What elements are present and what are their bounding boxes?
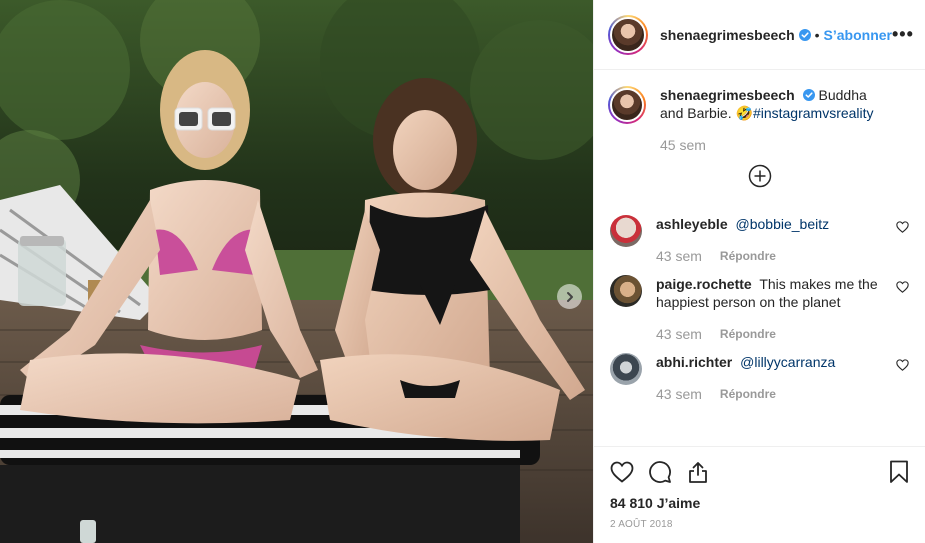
comment-like-heart-icon[interactable] xyxy=(896,281,909,293)
caption-hashtag[interactable]: #instagramvsreality xyxy=(753,105,874,121)
share-icon xyxy=(689,462,707,483)
save-button[interactable] xyxy=(889,460,909,484)
follow-button[interactable]: S’abonner xyxy=(824,27,892,43)
bookmark-icon xyxy=(890,460,908,483)
post-photo[interactable] xyxy=(0,0,593,543)
comment-like-heart-icon[interactable] xyxy=(896,221,909,233)
like-button[interactable] xyxy=(610,461,634,483)
caption: shenaegrimesbeech Buddha and Barbie. 🤣#i… xyxy=(608,86,911,154)
post-actions: 84 810 J’aime 2 AOÛT 2018 xyxy=(594,446,925,543)
comment-item: ashleyeble @bobbie_beitz 43 sem Répondre xyxy=(608,215,911,265)
load-more-comments[interactable] xyxy=(608,164,911,193)
comment-time[interactable]: 43 sem xyxy=(656,247,702,265)
verified-badge-icon xyxy=(798,28,811,41)
caption-meta: 45 sem xyxy=(660,136,888,154)
action-icons-row xyxy=(610,457,909,487)
next-arrow-icon xyxy=(566,291,573,302)
comment-mention[interactable]: @lillyycarranza xyxy=(740,354,835,370)
verified-badge-icon xyxy=(802,89,815,101)
comment-button[interactable] xyxy=(648,460,672,484)
commenter-avatar[interactable] xyxy=(610,275,642,307)
caption-emoji: 🤣 xyxy=(735,105,753,121)
comment-body: abhi.richter @lillyycarranza 43 sem Répo… xyxy=(656,353,884,403)
load-more-plus-icon[interactable] xyxy=(748,164,772,193)
comment-meta: 43 sem Répondre xyxy=(656,325,884,343)
commenter-avatar[interactable] xyxy=(610,353,642,385)
author-avatar-image xyxy=(610,16,646,53)
comment-username[interactable]: ashleyeble xyxy=(656,216,728,232)
comment-meta: 43 sem Répondre xyxy=(656,385,884,403)
comment-meta: 43 sem Répondre xyxy=(656,247,884,265)
reply-button[interactable]: Répondre xyxy=(720,385,776,403)
comment-username[interactable]: paige.rochette xyxy=(656,276,752,292)
likes-count[interactable]: 84 810 J’aime xyxy=(610,495,909,511)
caption-avatar-image xyxy=(610,88,644,122)
author-avatar[interactable] xyxy=(608,14,648,55)
heart-icon xyxy=(610,461,634,483)
header-username[interactable]: shenaegrimesbeech xyxy=(660,27,795,43)
commenter-avatar[interactable] xyxy=(610,215,642,247)
comments-list[interactable]: shenaegrimesbeech Buddha and Barbie. 🤣#i… xyxy=(594,70,925,446)
share-button[interactable] xyxy=(686,460,710,484)
caption-body: shenaegrimesbeech Buddha and Barbie. 🤣#i… xyxy=(660,86,888,154)
post-date[interactable]: 2 AOÛT 2018 xyxy=(610,519,909,530)
comment-mention[interactable]: @bobbie_beitz xyxy=(736,216,830,232)
header-separator: • xyxy=(814,26,820,43)
caption-username[interactable]: shenaegrimesbeech xyxy=(660,87,795,103)
comment-time[interactable]: 43 sem xyxy=(656,325,702,343)
comment-time[interactable]: 43 sem xyxy=(656,385,702,403)
comment-item: abhi.richter @lillyycarranza 43 sem Répo… xyxy=(608,353,911,403)
post-header: shenaegrimesbeech • S’abonner ••• xyxy=(594,0,925,70)
comment-username[interactable]: abhi.richter xyxy=(656,354,732,370)
comment-like-heart-icon[interactable] xyxy=(896,359,909,371)
reply-button[interactable]: Répondre xyxy=(720,247,776,265)
more-options-icon[interactable]: ••• xyxy=(892,24,914,45)
comment-icon xyxy=(649,461,671,483)
post-side-panel: shenaegrimesbeech • S’abonner ••• shenae… xyxy=(593,0,925,543)
header-author-block: shenaegrimesbeech • S’abonner xyxy=(660,27,892,43)
caption-avatar[interactable] xyxy=(608,86,646,124)
caption-time[interactable]: 45 sem xyxy=(660,136,706,154)
post-modal: shenaegrimesbeech • S’abonner ••• shenae… xyxy=(0,0,925,543)
comment-item: paige.rochette This makes me the happies… xyxy=(608,275,911,343)
comment-body: ashleyeble @bobbie_beitz 43 sem Répondre xyxy=(656,215,884,265)
comment-body: paige.rochette This makes me the happies… xyxy=(656,275,884,343)
photo-scene xyxy=(0,0,593,543)
reply-button[interactable]: Répondre xyxy=(720,325,776,343)
next-photo-button[interactable] xyxy=(557,284,582,309)
